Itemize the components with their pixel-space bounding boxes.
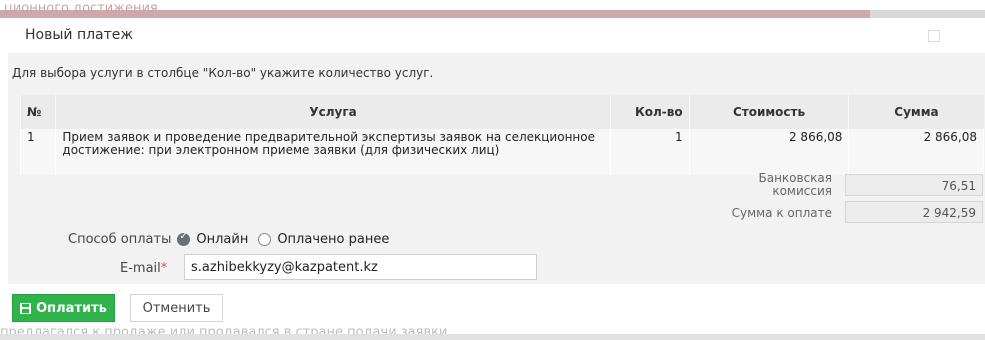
payment-dialog: Новый платеж Для выбора услуги в столбце… <box>8 18 985 332</box>
column-header-quantity: Кол-во <box>609 95 690 129</box>
total-value: 2 942,59 <box>845 201 983 223</box>
column-header-cost: Стоимость <box>688 95 849 129</box>
commission-label: Банковская комиссия <box>758 171 832 198</box>
instruction-text: Для выбора услуги в столбце "Кол-во" ука… <box>12 66 434 80</box>
dialog-title: Новый платеж <box>25 27 134 43</box>
pay-button[interactable]: Оплатить <box>12 294 115 322</box>
radio-online-label[interactable]: Онлайн <box>196 232 248 247</box>
column-header-sum: Сумма <box>848 95 984 129</box>
email-input[interactable] <box>184 254 537 280</box>
background-page-header: ционного достижения <box>0 0 985 18</box>
cancel-button-label: Отменить <box>142 300 211 316</box>
row-cost: 2 866,08 <box>688 129 850 175</box>
background-bottom-bar <box>0 334 985 340</box>
column-header-service: Услуга <box>55 95 611 129</box>
row-sum: 2 866,08 <box>848 129 984 175</box>
background-progress-bar-rest <box>870 10 985 18</box>
table-row[interactable]: 1 Прием заявок и проведение предваритель… <box>19 129 984 175</box>
row-number: 1 <box>19 129 57 175</box>
radio-paid-earlier-icon[interactable] <box>258 233 272 246</box>
row-quantity[interactable]: 1 <box>609 129 690 175</box>
required-asterisk: * <box>160 261 168 276</box>
commission-value: 76,51 <box>845 174 983 196</box>
radio-paid-earlier-label[interactable]: Оплачено ранее <box>277 232 389 247</box>
payment-method-label: Способ оплаты <box>68 232 172 247</box>
payment-method-row: Способ оплаты Онлайн Оплачено ранее <box>68 231 393 247</box>
table-header-row: № Услуга Кол-во Стоимость Сумма <box>19 95 984 129</box>
dialog-header: Новый платеж <box>8 18 985 53</box>
total-label: Сумма к оплате <box>731 206 832 220</box>
cancel-button[interactable]: Отменить <box>130 294 223 322</box>
services-table: № Услуга Кол-во Стоимость Сумма 1 Прием … <box>19 95 984 175</box>
radio-online-checked-icon[interactable] <box>177 231 191 246</box>
save-icon <box>20 302 32 314</box>
email-label-text: E-mail <box>120 261 161 276</box>
maximize-icon[interactable] <box>928 30 940 42</box>
background-text-top: ционного достижения <box>4 1 158 16</box>
email-label: E-mail* <box>120 261 167 276</box>
pay-button-label: Оплатить <box>36 300 107 316</box>
row-service: Прием заявок и проведение предварительно… <box>55 129 611 175</box>
column-header-number: № <box>19 95 56 129</box>
